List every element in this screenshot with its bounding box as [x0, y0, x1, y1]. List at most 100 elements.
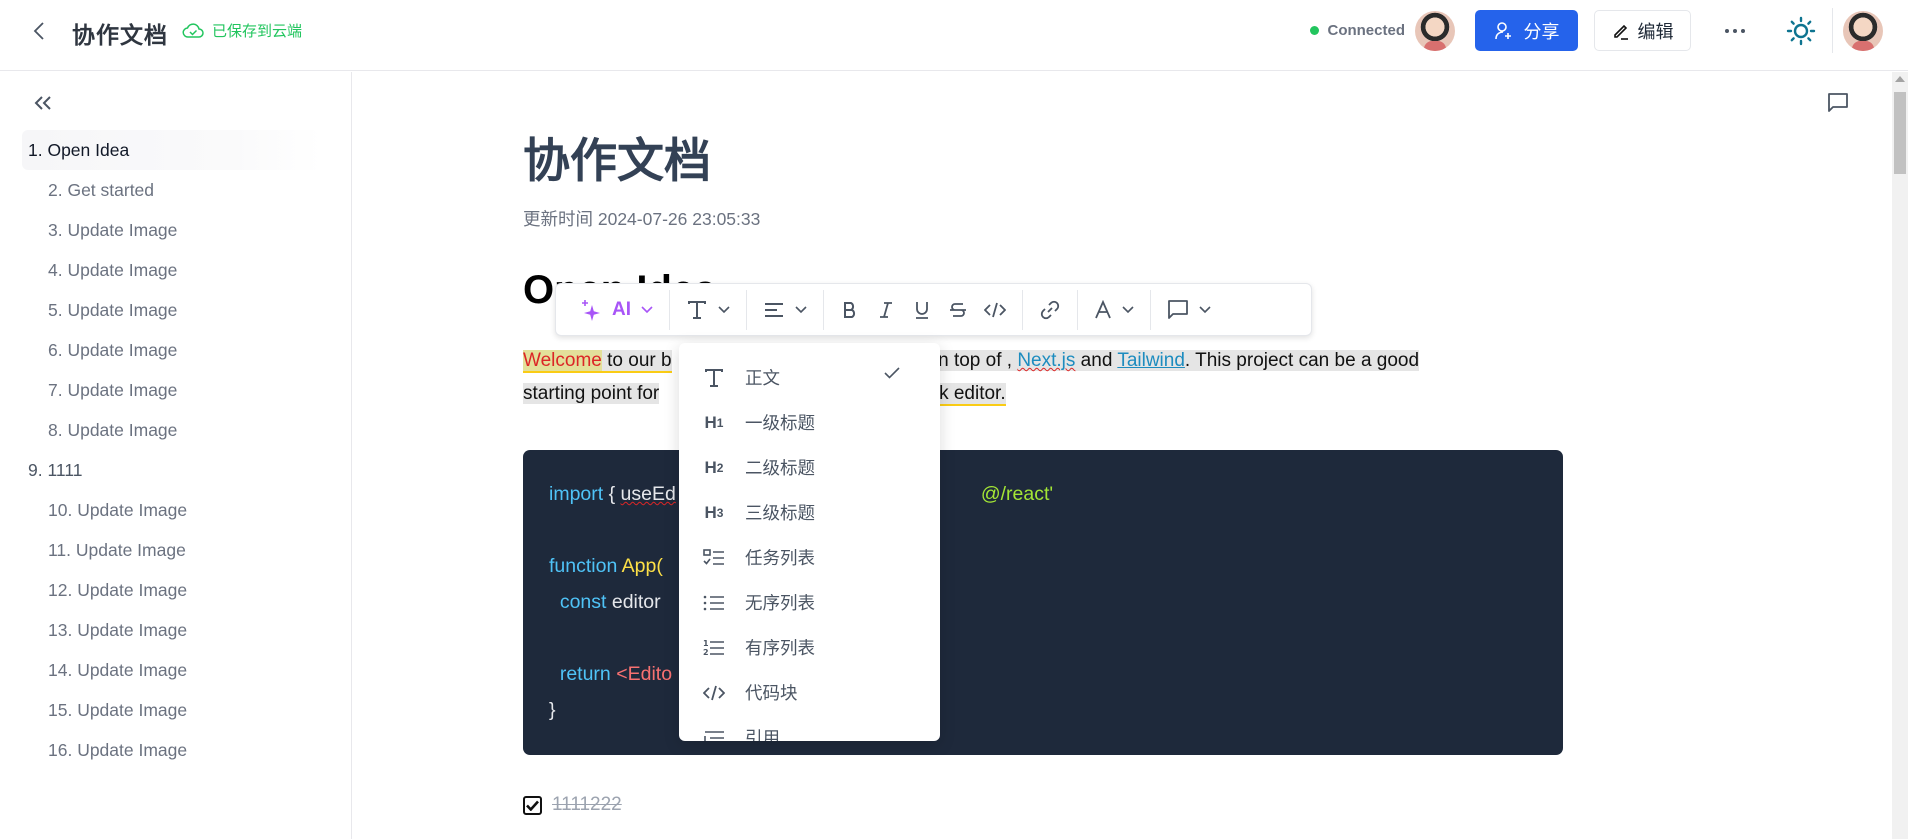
toc-item[interactable]: 3. Update Image	[22, 210, 322, 250]
connection-status: Connected	[1310, 22, 1405, 39]
underline-button[interactable]	[904, 290, 940, 330]
chevron-down-icon	[1122, 305, 1134, 313]
text-style-button[interactable]	[678, 290, 738, 330]
toc-item[interactable]: 11. Update Image	[22, 530, 322, 570]
top-header: 协作文档 已保存到云端 Connected 分享 编辑	[0, 0, 1908, 71]
block-type-menu: 正文 H1 一级标题 H2 二级标题 H3 三级标题 任务列表 无序列表 12 …	[679, 343, 940, 741]
toc-item[interactable]: 1. Open Idea	[22, 130, 322, 170]
heading-1-icon: H1	[704, 412, 724, 432]
menu-item-heading-1[interactable]: H1 一级标题	[679, 400, 940, 445]
toolbar-divider	[746, 289, 747, 330]
save-status-text: 已保存到云端	[212, 23, 303, 40]
header-divider	[1832, 8, 1833, 53]
document-title: 协作文档	[72, 22, 168, 48]
page-scrollbar[interactable]	[1892, 72, 1908, 839]
ai-button[interactable]: AI	[572, 290, 661, 330]
chevrons-left-icon	[34, 96, 51, 110]
user-add-icon	[1494, 21, 1511, 39]
comments-panel-button[interactable]	[1823, 88, 1853, 118]
ordered-list-icon: 12	[701, 635, 727, 661]
edit-button[interactable]: 编辑	[1594, 10, 1691, 51]
align-button[interactable]	[755, 290, 815, 330]
menu-item-paragraph[interactable]: 正文	[679, 355, 940, 400]
toolbar-divider	[1150, 289, 1151, 330]
font-color-icon	[1095, 299, 1111, 318]
toc-item[interactable]: 2. Get started	[22, 170, 322, 210]
header-actions: Connected 分享 编辑	[1310, 0, 1908, 61]
inline-code-button[interactable]	[976, 290, 1014, 330]
menu-item-heading-2[interactable]: H2 二级标题	[679, 445, 940, 490]
toc-item[interactable]: 5. Update Image	[22, 290, 322, 330]
menu-item-bullet-list[interactable]: 无序列表	[679, 580, 940, 625]
toc-item[interactable]: 9. 1111	[22, 450, 322, 490]
toc-item[interactable]: 15. Update Image	[22, 690, 322, 730]
italic-icon	[880, 301, 892, 318]
menu-item-label: 任务列表	[745, 548, 815, 568]
editor-area: 协作文档 更新时间 2024-07-26 23:05:33 Open Idea …	[353, 72, 1893, 839]
toc-item[interactable]: 14. Update Image	[22, 650, 322, 690]
align-left-icon	[765, 302, 783, 317]
quote-icon	[701, 725, 727, 741]
menu-item-code-block[interactable]: 代码块	[679, 670, 940, 715]
toc-item[interactable]: 13. Update Image	[22, 610, 322, 650]
bold-button[interactable]	[832, 290, 868, 330]
toc-item[interactable]: 10. Update Image	[22, 490, 322, 530]
more-options-button[interactable]	[1717, 13, 1753, 49]
menu-item-task-list[interactable]: 任务列表	[679, 535, 940, 580]
svg-text:2: 2	[703, 648, 709, 657]
text-type-icon	[688, 300, 706, 319]
paragraph-text: starting point for	[523, 383, 660, 404]
text-type-icon	[701, 365, 727, 391]
theme-toggle-button[interactable]	[1783, 13, 1819, 49]
toc-item[interactable]: 4. Update Image	[22, 250, 322, 290]
menu-item-label: 一级标题	[745, 413, 815, 433]
paragraph-text: to our b	[601, 350, 672, 371]
ai-button-label: AI	[612, 298, 631, 320]
strikethrough-button[interactable]	[940, 290, 976, 330]
toc-item[interactable]: 8. Update Image	[22, 410, 322, 450]
sun-icon	[1786, 16, 1816, 45]
scroll-up-arrow-icon[interactable]	[1895, 76, 1905, 82]
scrollbar-thumb[interactable]	[1894, 92, 1906, 174]
chevron-down-icon	[641, 305, 653, 313]
menu-item-label: 三级标题	[745, 503, 815, 523]
user-avatar[interactable]	[1843, 10, 1883, 51]
collaborator-avatar[interactable]	[1415, 10, 1455, 51]
strikethrough-icon	[950, 302, 966, 317]
italic-button[interactable]	[868, 290, 904, 330]
task-item: 1111222	[523, 794, 622, 816]
menu-item-heading-3[interactable]: H3 三级标题	[679, 490, 940, 535]
menu-item-label: 二级标题	[745, 458, 815, 478]
tailwind-link[interactable]: Tailwind	[1117, 350, 1185, 371]
toc-item[interactable]: 6. Update Image	[22, 330, 322, 370]
toolbar-divider	[669, 289, 670, 330]
toc-item[interactable]: 7. Update Image	[22, 370, 322, 410]
share-button[interactable]: 分享	[1475, 10, 1578, 51]
text-color-button[interactable]	[1086, 290, 1142, 330]
link-icon	[1040, 300, 1060, 319]
comment-icon	[1168, 299, 1188, 319]
toc-item[interactable]: 12. Update Image	[22, 570, 322, 610]
outline-sidebar: 1. Open Idea 2. Get started 3. Update Im…	[0, 72, 352, 839]
chevron-down-icon	[795, 305, 807, 313]
nextjs-link[interactable]: Next.js	[1017, 350, 1075, 371]
menu-item-quote[interactable]: 引用	[679, 715, 940, 741]
comment-button[interactable]	[1159, 290, 1219, 330]
menu-item-label: 引用	[745, 728, 780, 741]
underline-icon	[916, 301, 928, 319]
cloud-check-icon	[182, 22, 204, 38]
back-button[interactable]	[26, 18, 52, 44]
menu-item-ordered-list[interactable]: 12 有序列表	[679, 625, 940, 670]
bold-icon	[844, 301, 856, 318]
save-status: 已保存到云端	[182, 20, 302, 41]
link-button[interactable]	[1031, 290, 1069, 330]
comment-icon	[1828, 93, 1848, 112]
task-checkbox[interactable]	[523, 795, 542, 815]
toolbar-divider	[1022, 289, 1023, 330]
chevron-down-icon	[718, 305, 730, 313]
connection-status-text: Connected	[1327, 22, 1405, 39]
checkmark-icon	[884, 367, 900, 379]
svg-text:1: 1	[703, 639, 709, 648]
toc-item[interactable]: 16. Update Image	[22, 730, 322, 770]
collapse-sidebar-button[interactable]	[28, 88, 58, 118]
